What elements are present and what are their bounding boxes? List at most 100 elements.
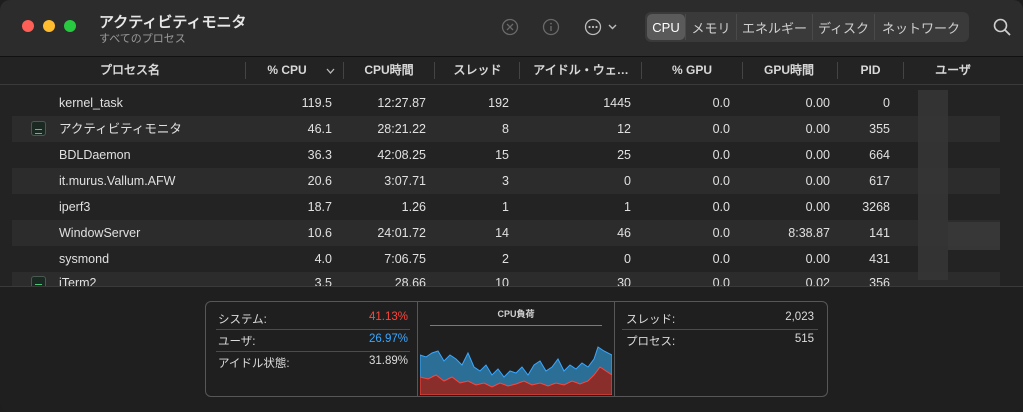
gpu-time: 0.00 bbox=[805, 96, 830, 110]
threads: 10 bbox=[495, 276, 509, 286]
column-process-name[interactable]: プロセス名 bbox=[60, 57, 200, 84]
table-header: プロセス名 % CPU CPU時間 スレッド アイドル・ウェ… % GPU GP… bbox=[0, 57, 1023, 85]
redacted-user-column bbox=[918, 90, 948, 280]
toolbar: アクティビティモニタ すべてのプロセス CPU メモリ エネルギー ディスク ネ… bbox=[0, 0, 1023, 57]
system-label: システム: bbox=[218, 314, 267, 326]
column-threads[interactable]: スレッド bbox=[440, 57, 515, 84]
idle-wakeups: 1 bbox=[624, 200, 631, 214]
column-cpu-percent[interactable]: % CPU bbox=[252, 57, 322, 84]
table-row[interactable]: kernel_task 119.5 12:27.87 192 1445 0.0 … bbox=[12, 90, 1000, 116]
pid: 141 bbox=[869, 226, 890, 240]
pid: 617 bbox=[869, 174, 890, 188]
gpu-percent: 0.0 bbox=[712, 276, 730, 286]
cpu-load-graph: CPU負荷 bbox=[417, 301, 615, 397]
cpu-time: 1.26 bbox=[401, 200, 426, 214]
idle-wakeups: 12 bbox=[617, 122, 631, 136]
idle-wakeups: 1445 bbox=[603, 96, 631, 110]
table-row[interactable]: sysmond 4.0 7:06.75 2 0 0.0 0.00 431 bbox=[12, 246, 1000, 272]
gpu-percent: 0.0 bbox=[712, 122, 730, 136]
process-name: iTerm2 bbox=[59, 276, 97, 286]
cpu-time: 42:08.25 bbox=[377, 148, 426, 162]
iterm-app-icon bbox=[31, 276, 46, 286]
cpu-percent: 20.6 bbox=[307, 174, 332, 188]
cpu-percent: 3.5 bbox=[314, 276, 332, 286]
gpu-percent: 0.0 bbox=[712, 96, 730, 110]
cpu-summary-area: システム: 41.13% ユーザ: 26.97% アイドル状態: 31.89% … bbox=[0, 286, 1023, 412]
pid: 3268 bbox=[862, 200, 890, 214]
pid: 355 bbox=[869, 122, 890, 136]
cpu-percent: 119.5 bbox=[301, 96, 332, 110]
cpu-percent: 10.6 bbox=[307, 226, 332, 240]
threads-value: 2,023 bbox=[785, 311, 814, 323]
idle-wakeups: 30 bbox=[617, 276, 631, 286]
tab-memory[interactable]: メモリ bbox=[685, 14, 736, 40]
table-row[interactable]: アクティビティモニタ 46.1 28:21.22 8 12 0.0 0.00 3… bbox=[12, 116, 1000, 142]
table-row[interactable]: BDLDaemon 36.3 42:08.25 15 25 0.0 0.00 6… bbox=[12, 142, 1000, 168]
tab-energy[interactable]: エネルギー bbox=[736, 14, 812, 40]
threads: 3 bbox=[502, 174, 509, 188]
column-idle-wakeups[interactable]: アイドル・ウェ… bbox=[525, 57, 637, 84]
cpu-time: 28.66 bbox=[394, 276, 426, 286]
cpu-percent: 4.0 bbox=[314, 252, 332, 266]
cpu-time: 3:07.71 bbox=[384, 174, 426, 188]
window-title: アクティビティモニタ bbox=[99, 14, 247, 31]
sort-descending-icon bbox=[326, 68, 335, 74]
processes-label: プロセス: bbox=[626, 336, 676, 348]
tab-cpu[interactable]: CPU bbox=[647, 14, 685, 40]
column-user[interactable]: ユーザ bbox=[908, 57, 998, 84]
stop-process-icon[interactable] bbox=[500, 17, 520, 37]
idle-label: アイドル状態: bbox=[218, 358, 290, 370]
table-row[interactable]: it.murus.Vallum.AFW 20.6 3:07.71 3 0 0.0… bbox=[12, 168, 1000, 194]
cpu-time: 28:21.22 bbox=[377, 122, 426, 136]
cpu-time: 12:27.87 bbox=[377, 96, 426, 110]
idle-wakeups: 46 bbox=[617, 226, 631, 240]
cpu-percent: 46.1 bbox=[307, 122, 332, 136]
process-name: sysmond bbox=[59, 252, 110, 266]
column-gpu-time[interactable]: GPU時間 bbox=[749, 57, 829, 84]
gpu-percent: 0.0 bbox=[712, 148, 730, 162]
user-label: ユーザ: bbox=[218, 336, 256, 348]
cpu-percent: 18.7 bbox=[307, 200, 332, 214]
pid: 431 bbox=[869, 252, 890, 266]
threads-label: スレッド: bbox=[626, 314, 676, 326]
process-name: iperf3 bbox=[59, 200, 91, 214]
table-row[interactable]: iperf3 18.7 1.26 1 1 0.0 0.00 3268 bbox=[12, 194, 1000, 220]
system-value: 41.13% bbox=[368, 311, 408, 323]
gpu-time: 0.00 bbox=[805, 174, 830, 188]
gpu-percent: 0.0 bbox=[712, 174, 730, 188]
gpu-time: 0.00 bbox=[805, 200, 830, 214]
column-pid[interactable]: PID bbox=[843, 57, 898, 84]
search-icon[interactable] bbox=[992, 17, 1012, 37]
window-subtitle: すべてのプロセス bbox=[99, 33, 186, 45]
minimize-window-button[interactable] bbox=[43, 20, 55, 32]
gpu-time: 0.02 bbox=[805, 276, 830, 286]
tab-disk[interactable]: ディスク bbox=[812, 14, 874, 40]
gpu-percent: 0.0 bbox=[712, 200, 730, 214]
tab-network[interactable]: ネットワーク bbox=[874, 14, 967, 40]
gpu-time: 0.00 bbox=[805, 148, 830, 162]
close-window-button[interactable] bbox=[22, 20, 34, 32]
column-gpu-percent[interactable]: % GPU bbox=[648, 57, 736, 84]
activity-monitor-window: アクティビティモニタ すべてのプロセス CPU メモリ エネルギー ディスク ネ… bbox=[0, 0, 1023, 412]
pid: 664 bbox=[869, 148, 890, 162]
idle-wakeups: 0 bbox=[624, 174, 631, 188]
gpu-time: 0.00 bbox=[805, 122, 830, 136]
table-row[interactable]: iTerm2 3.5 28.66 10 30 0.0 0.02 356 bbox=[12, 272, 1000, 286]
idle-wakeups: 0 bbox=[624, 252, 631, 266]
user-value: 26.97% bbox=[368, 333, 408, 345]
pid: 0 bbox=[883, 96, 890, 110]
process-name: it.murus.Vallum.AFW bbox=[59, 174, 176, 188]
process-name: アクティビティモニタ bbox=[59, 122, 182, 136]
more-actions-icon[interactable] bbox=[583, 17, 623, 37]
table-row[interactable]: WindowServer 10.6 24:01.72 14 46 0.0 8:3… bbox=[12, 220, 1000, 246]
gpu-percent: 0.0 bbox=[712, 252, 730, 266]
column-cpu-time[interactable]: CPU時間 bbox=[350, 57, 428, 84]
info-icon[interactable] bbox=[541, 17, 561, 37]
idle-wakeups: 25 bbox=[617, 148, 631, 162]
cpu-summary-panel: システム: 41.13% ユーザ: 26.97% アイドル状態: 31.89% … bbox=[205, 301, 828, 397]
process-name: kernel_task bbox=[59, 96, 123, 110]
cpu-time: 7:06.75 bbox=[384, 252, 426, 266]
zoom-window-button[interactable] bbox=[64, 20, 76, 32]
threads: 15 bbox=[495, 148, 509, 162]
process-name: BDLDaemon bbox=[59, 148, 131, 162]
